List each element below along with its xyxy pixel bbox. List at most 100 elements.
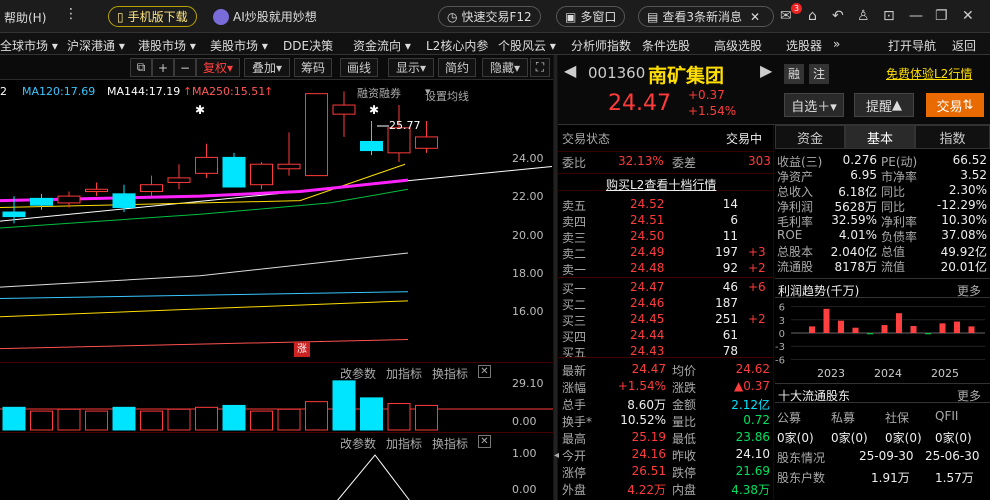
ask-row[interactable]: 卖一 24.48 92 +2 bbox=[558, 259, 774, 277]
nav-item-advanced[interactable]: 高级选股 bbox=[714, 37, 762, 54]
close-panel-icon[interactable]: ✕ bbox=[478, 435, 491, 448]
nav-item-us[interactable]: 美股市场 ▾ bbox=[210, 37, 268, 54]
lock-icon[interactable]: ⊡ bbox=[883, 8, 895, 24]
swap-icon: ⇅ bbox=[962, 97, 974, 113]
add-indicator-button[interactable]: 加指标 bbox=[386, 435, 422, 452]
draw-button[interactable]: 画线 bbox=[340, 58, 378, 77]
volume-bar bbox=[2, 406, 26, 431]
nav-item-analyst[interactable]: 分析师指数 bbox=[571, 37, 631, 54]
candle bbox=[360, 140, 383, 152]
brief-button[interactable]: 简约 bbox=[438, 58, 476, 77]
l2-trial-link[interactable]: 免费体验L2行情 bbox=[886, 65, 972, 82]
add-indicator-button[interactable]: 加指标 bbox=[386, 365, 422, 382]
volume-bar bbox=[415, 404, 438, 431]
undo-icon[interactable]: ↶ bbox=[832, 8, 844, 24]
change-param-button[interactable]: 改参数 bbox=[340, 365, 376, 382]
multi-window-button[interactable]: ▣ 多窗口 bbox=[556, 6, 626, 27]
nav-item-stock-news[interactable]: 个股风云 ▾ bbox=[498, 37, 556, 54]
volume-bar bbox=[250, 410, 273, 431]
zoom-in-icon[interactable]: + bbox=[152, 58, 174, 77]
maximize-icon[interactable]: ❐ bbox=[935, 8, 948, 24]
close-panel-icon[interactable]: ✕ bbox=[478, 365, 491, 378]
news-button[interactable]: ▤ 查看3条新消息 ✕ bbox=[638, 6, 774, 27]
volume-bar bbox=[195, 406, 218, 431]
rights-dropdown[interactable]: 复权 ▾ bbox=[196, 58, 240, 77]
fullscreen-icon[interactable]: ⛶ bbox=[530, 58, 550, 77]
nav-item-screener[interactable]: 选股器 bbox=[786, 37, 822, 54]
overlay-dropdown[interactable]: 叠加 ▾ bbox=[244, 58, 290, 77]
change-value: +0.37 bbox=[688, 88, 725, 102]
l2-link-row[interactable]: 购买L2查看十档行情 bbox=[558, 173, 774, 192]
candlestick-chart[interactable]: ✱ ✱ bbox=[0, 80, 553, 360]
display-dropdown[interactable]: 显示 ▾ bbox=[388, 58, 434, 77]
close-window-icon[interactable]: ✕ bbox=[962, 8, 974, 24]
add-favorite-button[interactable]: 自选 ＋▾ bbox=[784, 93, 844, 117]
trade-button[interactable]: 交易 ⇅ bbox=[926, 93, 984, 117]
swap-indicator-button[interactable]: 换指标 bbox=[432, 435, 468, 452]
tab-capital[interactable]: 资金 bbox=[775, 125, 845, 149]
swap-indicator-button[interactable]: 换指标 bbox=[432, 365, 468, 382]
change-pct-value: +1.54% bbox=[688, 104, 737, 118]
profit-y-tick: 3 bbox=[779, 316, 785, 327]
volume-bar bbox=[360, 397, 383, 431]
note-tag[interactable]: 注 bbox=[809, 64, 829, 84]
tab-index[interactable]: 指数 bbox=[915, 125, 990, 149]
mail-icon[interactable]: ✉ bbox=[780, 8, 792, 24]
profit-bar bbox=[954, 321, 960, 333]
home-icon[interactable]: ⌂ bbox=[808, 8, 817, 24]
volume-bar bbox=[332, 380, 356, 431]
mobile-download-button[interactable]: ▯ 手机版下载 bbox=[108, 6, 197, 27]
profit-bar bbox=[968, 326, 975, 333]
copy-icon[interactable]: ⧉ bbox=[130, 58, 152, 77]
profit-bar bbox=[896, 313, 902, 333]
nav-more-icon[interactable]: » bbox=[833, 37, 840, 51]
ai-banner[interactable]: AI炒股就用妙想 bbox=[205, 6, 325, 27]
nav-item-global[interactable]: 全球市场 ▾ bbox=[0, 37, 58, 54]
stat-row: 换手* 10.52% 量比 0.72 bbox=[562, 413, 770, 429]
alert-button[interactable]: 提醒 ▲ bbox=[854, 93, 914, 117]
profit-bar bbox=[809, 326, 815, 333]
candle bbox=[30, 197, 53, 206]
close-icon[interactable]: ✕ bbox=[750, 10, 760, 24]
zoom-out-icon[interactable]: − bbox=[174, 58, 196, 77]
nav-open-button[interactable]: 打开导航 bbox=[888, 37, 936, 54]
nav-item-condition[interactable]: 条件选股 bbox=[642, 37, 690, 54]
minimize-icon[interactable]: — bbox=[909, 8, 923, 24]
nav-item-hk[interactable]: 港股市场 ▾ bbox=[138, 37, 196, 54]
quick-trade-button[interactable]: ◷ 快速交易F12 bbox=[438, 6, 541, 27]
volume-bar bbox=[222, 404, 246, 431]
plus-icon: ＋▾ bbox=[817, 99, 837, 115]
hide-dropdown[interactable]: 隐藏 ▾ bbox=[482, 58, 528, 77]
top-holders-header: 十大流通股东 更多 bbox=[775, 383, 990, 403]
volume-bar bbox=[277, 408, 301, 431]
mail-badge: 3 bbox=[791, 3, 802, 14]
nav-item-l2[interactable]: L2核心内参 bbox=[426, 37, 488, 54]
candle bbox=[140, 184, 163, 193]
candle bbox=[222, 156, 246, 188]
next-stock-icon[interactable]: ▶ bbox=[760, 61, 772, 80]
chips-button[interactable]: 筹码 bbox=[294, 58, 332, 77]
profit-y-tick: 6 bbox=[779, 303, 785, 314]
more-link[interactable]: 更多 bbox=[957, 387, 981, 404]
nav-back-button[interactable]: 返回 bbox=[952, 37, 976, 54]
change-param-button[interactable]: 改参数 bbox=[340, 435, 376, 452]
tab-basic[interactable]: 基本 bbox=[845, 125, 915, 149]
nav-item-dde[interactable]: DDE决策 bbox=[283, 37, 333, 54]
title-bar: 帮助(H) ⋮ ▯ 手机版下载 AI炒股就用妙想 ◷ 快速交易F12 ▣ 多窗口 ▤ 查… bbox=[0, 0, 990, 33]
margin-tag[interactable]: 融 bbox=[784, 64, 804, 84]
volume-bar bbox=[140, 410, 163, 431]
nav-item-connect[interactable]: 沪深港通 ▾ bbox=[67, 37, 125, 54]
candle bbox=[112, 193, 136, 208]
volume-bar bbox=[167, 408, 191, 431]
profit-y-tick: -6 bbox=[775, 355, 785, 366]
stat-row: 外盘 4.22万 内盘 4.38万 bbox=[562, 483, 770, 497]
phone-icon: ▯ bbox=[117, 9, 124, 24]
ask-book: 卖五 24.52 14 卖四 24.51 6 卖三 24.50 11 卖二 24.49 197 +3 卖一… bbox=[558, 195, 774, 285]
fundamental-row: 净资产 6.95 市净率 3.52 bbox=[777, 168, 987, 184]
help-menu[interactable]: 帮助(H) bbox=[4, 9, 46, 26]
nav-item-fund-flow[interactable]: 资金流向 ▾ bbox=[353, 37, 411, 54]
more-link[interactable]: 更多 bbox=[957, 282, 981, 299]
shirt-icon[interactable]: ♙ bbox=[857, 8, 870, 24]
ellipsis-icon[interactable]: ⋮ bbox=[64, 6, 78, 22]
prev-stock-icon[interactable]: ◀ bbox=[564, 61, 576, 80]
